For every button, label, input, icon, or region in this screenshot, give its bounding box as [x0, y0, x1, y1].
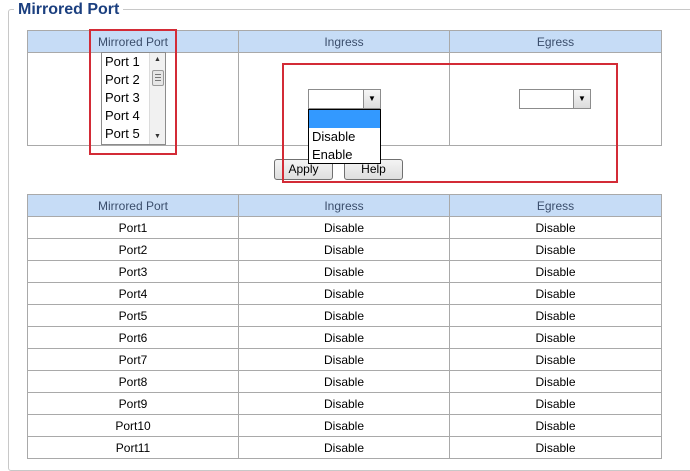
row-ingress: Disable — [238, 260, 450, 283]
row-port: Port10 — [27, 414, 239, 437]
row-ingress: Disable — [238, 392, 450, 415]
table-row: Port7 Disable Disable — [27, 348, 662, 371]
table-row: Port1 Disable Disable — [27, 216, 662, 239]
row-ingress: Disable — [238, 348, 450, 371]
row-egress: Disable — [449, 326, 662, 349]
row-port: Port8 — [27, 370, 239, 393]
row-port: Port9 — [27, 392, 239, 415]
table-row: Port3 Disable Disable — [27, 260, 662, 283]
table-row: Port4 Disable Disable — [27, 282, 662, 305]
row-port: Port1 — [27, 216, 239, 239]
row-port: Port7 — [27, 348, 239, 371]
header-egress: Egress — [449, 194, 662, 217]
table-row: Port8 Disable Disable — [27, 370, 662, 393]
row-egress: Disable — [449, 436, 662, 459]
row-egress: Disable — [449, 414, 662, 437]
row-egress: Disable — [449, 370, 662, 393]
table-row: Port5 Disable Disable — [27, 304, 662, 327]
row-egress: Disable — [449, 282, 662, 305]
row-egress: Disable — [449, 216, 662, 239]
row-ingress: Disable — [238, 282, 450, 305]
header-egress: Egress — [449, 30, 662, 53]
row-port: Port5 — [27, 304, 239, 327]
row-port: Port4 — [27, 282, 239, 305]
row-ingress: Disable — [238, 216, 450, 239]
row-ingress: Disable — [238, 436, 450, 459]
table-row: Port11 Disable Disable — [27, 436, 662, 459]
table-row: Port10 Disable Disable — [27, 414, 662, 437]
highlight-box-ingress-egress — [282, 63, 618, 183]
row-ingress: Disable — [238, 370, 450, 393]
highlight-box-port-list — [89, 29, 177, 155]
header-ingress: Ingress — [238, 30, 450, 53]
row-ingress: Disable — [238, 304, 450, 327]
table-row: Port6 Disable Disable — [27, 326, 662, 349]
status-table: Mirrored Port Ingress Egress Port1 Disabl… — [27, 194, 662, 459]
row-ingress: Disable — [238, 238, 450, 261]
row-egress: Disable — [449, 348, 662, 371]
row-ingress: Disable — [238, 326, 450, 349]
row-port: Port2 — [27, 238, 239, 261]
row-egress: Disable — [449, 392, 662, 415]
row-egress: Disable — [449, 260, 662, 283]
row-egress: Disable — [449, 304, 662, 327]
row-ingress: Disable — [238, 414, 450, 437]
row-port: Port3 — [27, 260, 239, 283]
status-table-body: Port1 Disable Disable Port2 Disable Disable Po… — [27, 216, 662, 459]
table-row: Port9 Disable Disable — [27, 392, 662, 415]
header-mirrored-port: Mirrored Port — [27, 194, 239, 217]
row-port: Port11 — [27, 436, 239, 459]
page-title: Mirrored Port — [14, 0, 124, 20]
row-egress: Disable — [449, 238, 662, 261]
table-row: Port2 Disable Disable — [27, 238, 662, 261]
header-ingress: Ingress — [238, 194, 450, 217]
row-port: Port6 — [27, 326, 239, 349]
